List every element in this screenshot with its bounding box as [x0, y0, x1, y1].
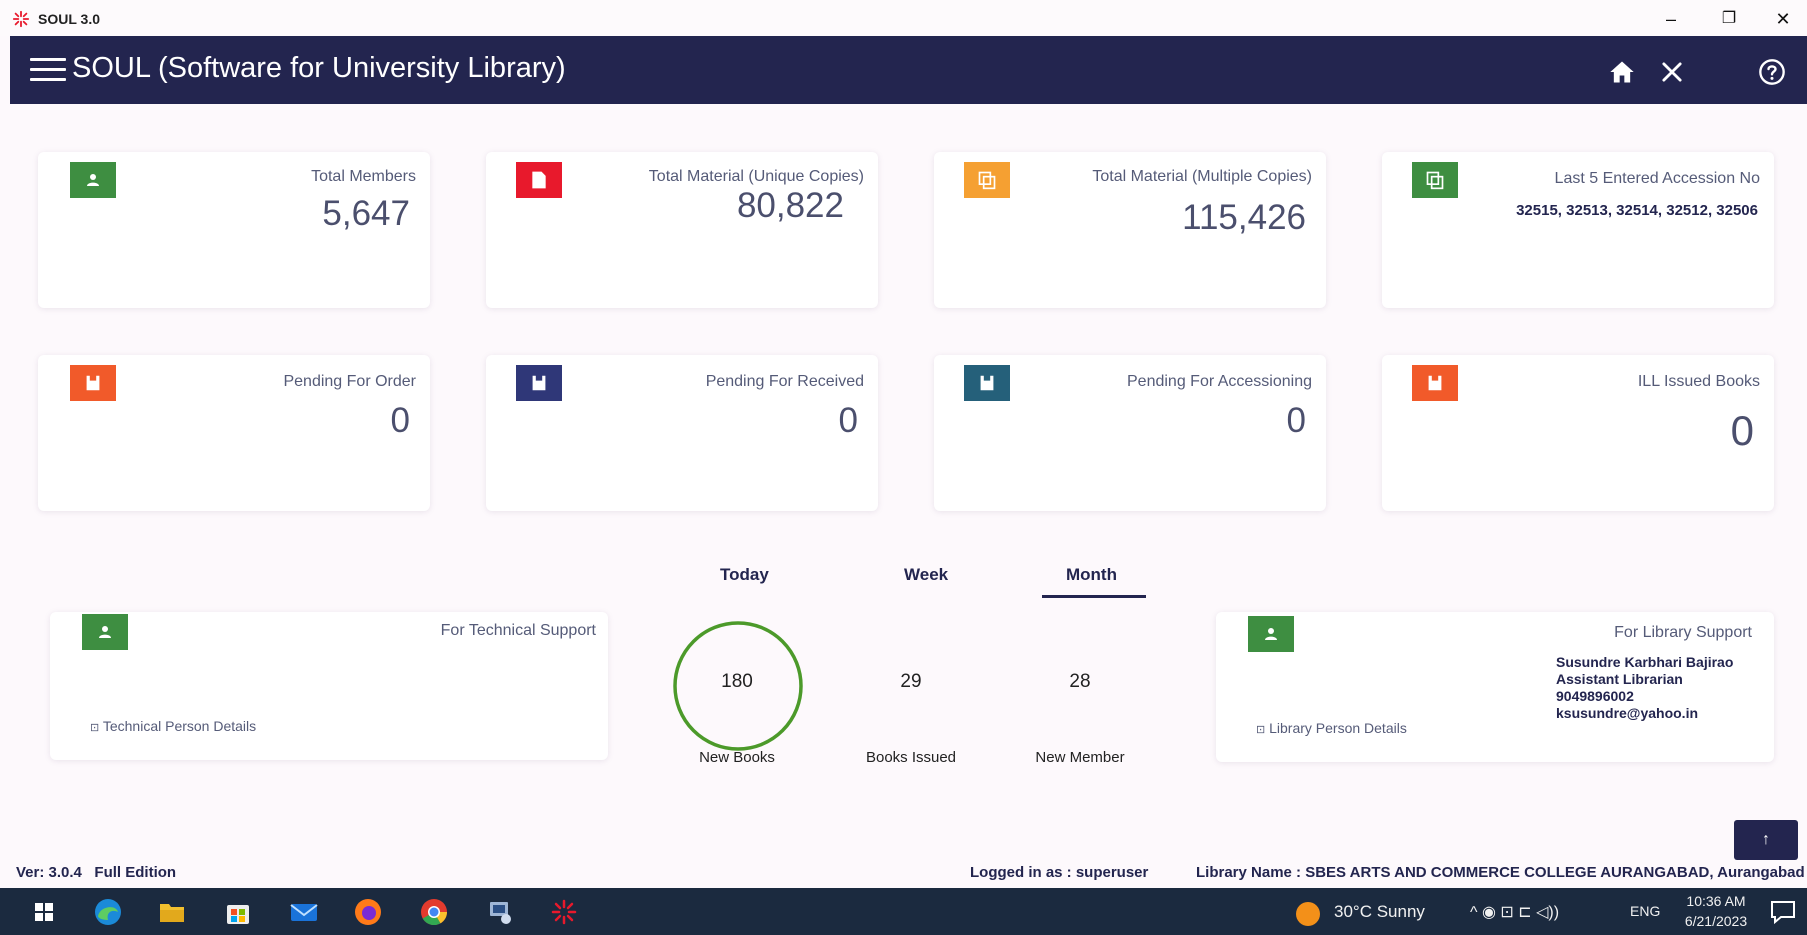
card-total-members: Total Members 5,647: [38, 152, 430, 308]
copy-icon: [1412, 162, 1458, 198]
card-value: 115,426: [1182, 198, 1306, 237]
card-label: Last 5 Entered Accession No: [1554, 170, 1760, 187]
save-icon: [516, 365, 562, 401]
period-tabs: Today Week Month: [680, 565, 1200, 599]
card-label: Pending For Received: [705, 373, 864, 390]
card-label: Total Members: [311, 168, 416, 185]
card-total-material-multiple: Total Material (Multiple Copies) 115,426: [934, 152, 1326, 308]
window-title: SOUL 3.0: [38, 11, 100, 27]
card-pending-received: Pending For Received 0: [486, 355, 878, 511]
scroll-top-button[interactable]: ↑: [1734, 820, 1798, 860]
new-member-count: 28: [1069, 671, 1091, 692]
save-icon: [1412, 365, 1458, 401]
card-value: 0: [390, 401, 410, 440]
books-issued-count: 29: [900, 671, 922, 692]
file-explorer-icon[interactable]: [156, 896, 188, 928]
technical-support-card: For Technical Support ⊡ Technical Person…: [50, 612, 608, 760]
copy-icon: [964, 162, 1010, 198]
file-icon: [516, 162, 562, 198]
footer-version: Ver: 3.0.4 Full Edition: [16, 864, 176, 881]
clock-time[interactable]: 10:36 AM: [1680, 893, 1752, 909]
minimize-button[interactable]: –: [1656, 8, 1686, 30]
card-total-material-unique: Total Material (Unique Copies) 80,822: [486, 152, 878, 308]
chrome-icon[interactable]: [418, 896, 450, 928]
librarian-phone: 9049896002: [1556, 688, 1634, 704]
card-label: Total Material (Multiple Copies): [1092, 168, 1312, 185]
library-support-title: For Library Support: [1614, 624, 1752, 641]
new-books-caption: New Books: [699, 749, 775, 766]
library-name-text: Library Name : SBES ARTS AND COMMERCE CO…: [1196, 864, 1805, 881]
save-icon: [964, 365, 1010, 401]
microsoft-store-icon[interactable]: [222, 896, 254, 928]
librarian-name: Susundre Karbhari Bajirao: [1556, 654, 1734, 670]
windows-start-icon[interactable]: [28, 896, 60, 928]
edge-browser-icon[interactable]: [92, 896, 124, 928]
arrow-up-icon: ↑: [1762, 831, 1770, 848]
card-label: Pending For Order: [283, 373, 416, 390]
clock-date[interactable]: 6/21/2023: [1680, 913, 1752, 929]
card-value: 0: [838, 401, 858, 440]
library-person-details-link[interactable]: ⊡ Library Person Details: [1256, 720, 1407, 736]
logged-in-text: Logged in as : superuser: [970, 864, 1149, 881]
library-support-card: For Library Support Susundre Karbhari Ba…: [1216, 612, 1774, 762]
app-title: SOUL (Software for University Library): [72, 52, 566, 84]
soul-logo-icon: [12, 10, 30, 28]
technical-person-details-link[interactable]: ⊡ Technical Person Details: [90, 718, 256, 734]
card-last-accession: Last 5 Entered Accession No 32515, 32513…: [1382, 152, 1774, 308]
card-pending-accessioning: Pending For Accessioning 0: [934, 355, 1326, 511]
home-icon[interactable]: [1608, 58, 1636, 86]
menu-icon[interactable]: [30, 58, 66, 82]
window-titlebar: SOUL 3.0 – ❐ ✕: [0, 0, 1807, 36]
card-ill-issued-books: ILL Issued Books 0: [1382, 355, 1774, 511]
system-tray-icons[interactable]: ^ ◉ ⊡ ⊏ ◁)): [1470, 902, 1559, 922]
card-pending-order: Pending For Order 0: [38, 355, 430, 511]
window-close-button[interactable]: ✕: [1768, 8, 1798, 30]
librarian-contact: Susundre Karbhari Bajirao Assistant Libr…: [1556, 654, 1733, 722]
accession-list: 32515, 32513, 32514, 32512, 32506: [1516, 202, 1758, 219]
books-issued-caption: Books Issued: [865, 749, 957, 766]
user-icon: [70, 162, 116, 198]
help-icon[interactable]: [1758, 58, 1786, 86]
details-icon: ⊡: [90, 722, 100, 734]
library-person-details-label: Library Person Details: [1269, 720, 1407, 736]
language-indicator[interactable]: ENG: [1630, 903, 1660, 919]
new-member-caption: New Member: [1035, 749, 1125, 766]
soul-app-icon[interactable]: [548, 896, 580, 928]
tab-today[interactable]: Today: [720, 565, 769, 585]
active-tab-indicator: [1042, 595, 1146, 598]
librarian-designation: Assistant Librarian: [1556, 671, 1683, 687]
firefox-icon[interactable]: [352, 896, 384, 928]
card-value: 0: [1730, 407, 1754, 454]
weather-text: 30°C Sunny: [1334, 902, 1425, 921]
tab-month[interactable]: Month: [1066, 565, 1117, 585]
card-value: 80,822: [736, 186, 844, 225]
windows-taskbar: 30°C Sunny ^ ◉ ⊡ ⊏ ◁)) ENG 10:36 AM 6/21…: [0, 888, 1807, 935]
card-value: 0: [1286, 401, 1306, 440]
user-icon: [82, 614, 128, 650]
version-text: Ver: 3.0.4: [16, 864, 82, 881]
weather-sun-icon: [1296, 902, 1320, 926]
librarian-email: ksusundre@yahoo.in: [1556, 705, 1699, 721]
edition-text: Full Edition: [94, 864, 177, 881]
card-value: 5,647: [322, 194, 410, 233]
app-header: SOUL (Software for University Library): [10, 36, 1807, 104]
notification-icon[interactable]: [1770, 900, 1796, 924]
card-label: ILL Issued Books: [1637, 373, 1760, 390]
technical-person-details-label: Technical Person Details: [102, 718, 257, 734]
save-icon: [70, 365, 116, 401]
card-label: Pending For Accessioning: [1127, 373, 1312, 390]
technical-support-title: For Technical Support: [440, 622, 596, 639]
details-icon: ⊡: [1256, 724, 1266, 736]
tab-week[interactable]: Week: [904, 565, 948, 585]
mail-icon[interactable]: [288, 896, 320, 928]
card-label: Total Material (Unique Copies): [648, 168, 864, 185]
new-books-count: 180: [721, 671, 753, 692]
close-icon[interactable]: [1658, 58, 1686, 86]
restore-button[interactable]: ❐: [1714, 8, 1744, 30]
user-icon: [1248, 616, 1294, 652]
network-app-icon[interactable]: [484, 896, 516, 928]
